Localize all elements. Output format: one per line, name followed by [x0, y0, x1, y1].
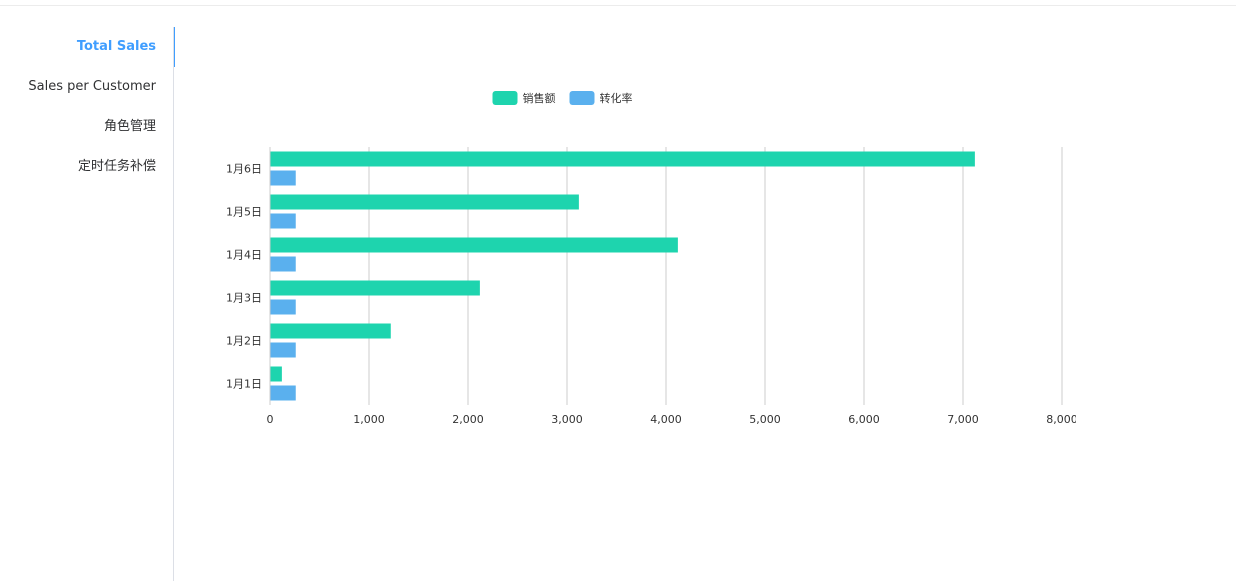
x-tick-label: 0 — [267, 413, 274, 426]
bar — [270, 237, 678, 253]
tab-total-sales[interactable]: Total Sales — [0, 27, 175, 67]
y-tick-label: 1月2日 — [226, 335, 262, 348]
legend-label: 转化率 — [600, 91, 633, 105]
bar — [270, 323, 391, 339]
legend-swatch — [492, 91, 518, 105]
sidebar-tabs: Total Sales Sales per Customer 角色管理 定时任务… — [0, 27, 175, 581]
x-tick-label: 3,000 — [551, 413, 583, 426]
bar — [270, 170, 296, 186]
top-divider — [0, 5, 1236, 6]
bar — [270, 194, 579, 210]
legend-label: 销售额 — [523, 91, 556, 105]
x-tick-label: 4,000 — [650, 413, 682, 426]
y-tick-label: 1月3日 — [226, 292, 262, 305]
x-tick-label: 7,000 — [947, 413, 979, 426]
x-tick-label: 8,000 — [1046, 413, 1076, 426]
bar — [270, 151, 975, 167]
x-tick-label: 2,000 — [452, 413, 484, 426]
sidebar-divider — [173, 27, 174, 581]
bar — [270, 299, 296, 315]
y-tick-label: 1月1日 — [226, 378, 262, 391]
bar — [270, 385, 296, 401]
bar — [270, 280, 480, 296]
tab-role-management[interactable]: 角色管理 — [0, 107, 175, 147]
tab-scheduled-task-compensation[interactable]: 定时任务补偿 — [0, 147, 175, 187]
x-tick-label: 6,000 — [848, 413, 880, 426]
y-tick-label: 1月6日 — [226, 163, 262, 176]
x-tick-label: 5,000 — [749, 413, 781, 426]
bar — [270, 256, 296, 272]
x-tick-label: 1,000 — [353, 413, 385, 426]
bar — [270, 213, 296, 229]
bar — [270, 342, 296, 358]
tab-sales-per-customer[interactable]: Sales per Customer — [0, 67, 175, 107]
y-tick-label: 1月5日 — [226, 206, 262, 219]
chart-area: 0 1,000 2,000 3,000 4,000 5,000 6,000 7,000 8,00… — [176, 60, 1078, 460]
y-tick-label: 1月4日 — [226, 249, 262, 262]
bar — [270, 366, 282, 382]
bar-chart: 0 1,000 2,000 3,000 4,000 5,000 6,000 7,000 8,00… — [226, 91, 1078, 426]
legend-swatch — [569, 91, 595, 105]
